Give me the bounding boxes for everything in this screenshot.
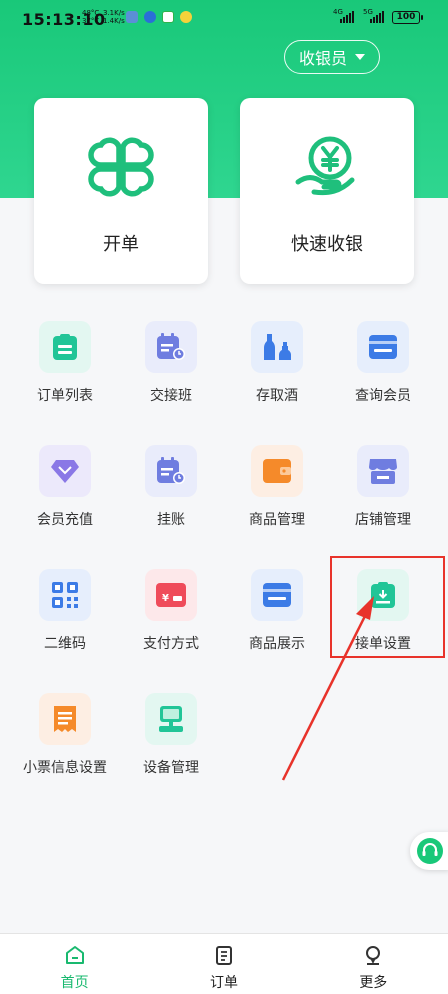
status-notification-icons: [126, 11, 192, 23]
order-list-icon: [215, 946, 232, 965]
open-order-card[interactable]: 开单: [34, 98, 208, 284]
grid-item-order-list[interactable]: 订单列表: [12, 321, 118, 421]
grid-item-qr-code[interactable]: 二维码: [12, 569, 118, 669]
nav-orders[interactable]: 订单: [149, 934, 298, 994]
grid-item-wine-storage[interactable]: 存取酒: [224, 321, 330, 421]
customer-support-button[interactable]: [410, 832, 448, 870]
caret-down-icon: [355, 54, 365, 60]
home-icon: [65, 946, 84, 964]
store-icon: [369, 459, 397, 484]
status-bar: 15:13:10 48°C 37°C 3.1K/s 1.4K/s 4G 5G 1…: [0, 0, 448, 40]
nav-home[interactable]: 首页: [0, 934, 149, 994]
highlight-box: [330, 556, 445, 658]
grid-item-store-management[interactable]: 店铺管理: [330, 445, 436, 545]
member-card-icon: [369, 335, 397, 359]
status-network-speed: 3.1K/s 1.4K/s: [103, 9, 125, 25]
nav-more[interactable]: 更多: [299, 934, 448, 994]
bottom-navigation: 首页 订单 更多: [0, 933, 448, 994]
signal-strength-icon: [370, 11, 384, 23]
qr-code-icon: [52, 582, 78, 608]
shield-icon: [144, 11, 156, 23]
display-card-icon: [263, 583, 291, 607]
grid-item-member-recharge[interactable]: 会员充值: [12, 445, 118, 545]
more-profile-icon: [366, 946, 381, 965]
grid-item-product-management[interactable]: 商品管理: [224, 445, 330, 545]
grid-item-payment-method[interactable]: ¥ 支付方式: [118, 569, 224, 669]
app-notification-icon: [126, 11, 138, 23]
role-selector-button[interactable]: 收银员: [284, 40, 380, 74]
pos-device-icon: [159, 706, 183, 732]
open-order-label: 开单: [103, 234, 139, 255]
headset-icon: [417, 838, 443, 864]
role-label: 收银员: [298, 49, 347, 68]
app-badge-icon: [180, 11, 192, 23]
coin-hand-icon: [295, 136, 355, 196]
status-temperature: 48°C 37°C: [82, 9, 100, 25]
wine-bottle-icon: [264, 334, 291, 360]
quick-checkout-label: 快速收银: [291, 234, 363, 255]
battery-icon: 100: [392, 11, 423, 24]
receipt-icon: [54, 706, 76, 732]
grid-item-credit-account[interactable]: 挂账: [118, 445, 224, 545]
signal-strength-icon: [340, 11, 354, 23]
quick-checkout-card[interactable]: 快速收银: [240, 98, 414, 284]
diamond-icon: [51, 460, 79, 483]
grid-item-product-display[interactable]: 商品展示: [224, 569, 330, 669]
shift-calendar-icon: [157, 333, 185, 360]
grid-item-device-management[interactable]: 设备管理: [118, 693, 224, 793]
grid-item-receipt-settings[interactable]: 小票信息设置: [12, 693, 118, 793]
wechat-icon: [162, 11, 174, 23]
clover-icon: [88, 137, 154, 197]
credit-ledger-icon: [157, 457, 185, 484]
svg-text:¥: ¥: [162, 593, 169, 604]
wallet-icon: [263, 459, 291, 483]
grid-item-query-member[interactable]: 查询会员: [330, 321, 436, 421]
clipboard-icon: [53, 334, 77, 360]
payment-card-icon: ¥: [156, 583, 186, 607]
grid-item-shift-handover[interactable]: 交接班: [118, 321, 224, 421]
